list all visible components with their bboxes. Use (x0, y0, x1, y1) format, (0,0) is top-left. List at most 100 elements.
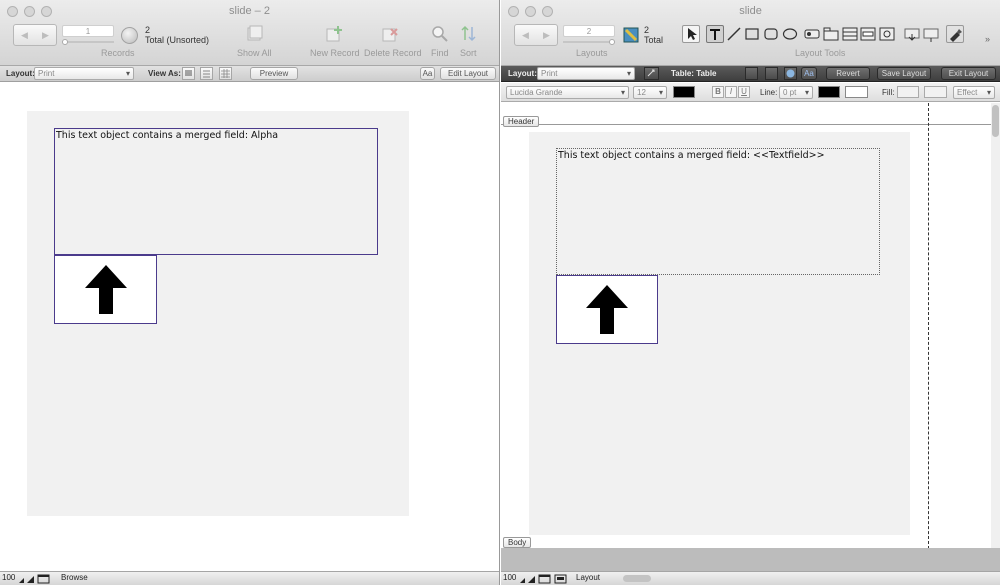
line-label: Line: (760, 88, 778, 97)
font-size-select[interactable]: 12 (633, 86, 667, 99)
field-tool-icon[interactable] (859, 25, 877, 43)
format-painter-icon[interactable] (946, 25, 964, 43)
insert-part-icon[interactable] (922, 25, 940, 43)
oval-tool-icon[interactable] (781, 25, 799, 43)
next-record-icon[interactable]: ▶ (42, 30, 49, 41)
zoom-level[interactable]: 100 (503, 573, 516, 582)
record-slider[interactable] (62, 39, 114, 45)
layout-select[interactable]: Print (537, 67, 635, 80)
current-layout-field[interactable]: 2 (563, 25, 615, 37)
zoom-controls-icon[interactable] (18, 574, 52, 585)
underline-button[interactable]: U (738, 86, 750, 98)
edit-layout-button[interactable]: Edit Layout (440, 67, 496, 80)
status-bar: 100 Layout (501, 571, 1000, 585)
line-width-select[interactable]: 0 pt (779, 86, 813, 99)
list-view-button[interactable] (200, 67, 213, 80)
table-view-button[interactable] (219, 67, 232, 80)
previous-layout-icon[interactable]: ◀ (522, 30, 529, 41)
show-all-button[interactable]: Show All (237, 48, 272, 58)
header-part-boundary[interactable] (501, 124, 992, 125)
button-tool-icon[interactable] (803, 25, 821, 43)
field-picker-icon[interactable] (745, 67, 758, 80)
merged-text-object[interactable]: This text object contains a merged field… (54, 128, 378, 255)
container-field[interactable] (54, 255, 157, 324)
tab-control-tool-icon[interactable] (822, 25, 840, 43)
current-record-field[interactable]: 1 (62, 25, 114, 37)
font-select[interactable]: Lucida Grande (506, 86, 629, 99)
delete-record-button[interactable]: Delete Record (364, 48, 422, 58)
form-view-button[interactable] (182, 67, 195, 80)
mode-label[interactable]: Browse (61, 573, 88, 582)
new-record-button[interactable]: New Record (310, 48, 360, 58)
previous-record-icon[interactable]: ◀ (21, 30, 28, 41)
container-field[interactable] (556, 275, 658, 344)
toolbar-overflow-icon[interactable]: » (985, 34, 990, 44)
page-boundary (928, 103, 929, 549)
inspector-icon[interactable] (784, 67, 797, 80)
exit-layout-button[interactable]: Exit Layout (941, 67, 996, 80)
next-layout-icon[interactable]: ▶ (543, 30, 550, 41)
zoom-controls-icon[interactable] (519, 574, 569, 585)
body-part-label[interactable]: Body (503, 537, 532, 548)
line-color-swatch[interactable] (818, 86, 840, 98)
layout-total-label: Total (644, 35, 664, 45)
record-pie-icon (121, 27, 138, 44)
delete-record-icon[interactable] (381, 25, 399, 43)
horizontal-scroll-thumb[interactable] (623, 575, 651, 582)
slider-knob[interactable] (609, 39, 615, 45)
layout-slider[interactable] (563, 39, 615, 45)
preview-button[interactable]: Preview (250, 67, 298, 80)
revert-button[interactable]: Revert (826, 67, 870, 80)
save-layout-button[interactable]: Save Layout (877, 67, 931, 80)
merged-text-object[interactable]: This text object contains a merged field… (556, 148, 880, 275)
layout-select[interactable]: Print (34, 67, 134, 80)
status-bar: 100 Browse (0, 571, 499, 585)
layout-bar: Layout: Print Table: Table Aa Revert Sav… (501, 66, 1000, 82)
mode-label[interactable]: Layout (576, 573, 600, 582)
layout-notebook-icon (622, 26, 640, 44)
effect-select[interactable]: Effect (953, 86, 995, 99)
records-label: Records (101, 48, 135, 58)
new-record-icon[interactable] (325, 25, 343, 43)
pointer-tool-icon[interactable] (682, 25, 700, 43)
bold-button[interactable]: B (712, 86, 724, 98)
layout-label: Layout: (6, 69, 35, 78)
rectangle-tool-icon[interactable] (743, 25, 761, 43)
web-viewer-tool-icon[interactable] (878, 25, 896, 43)
record-book-stepper[interactable]: ◀ ▶ (13, 24, 57, 46)
text-size-button[interactable]: Aa (420, 67, 435, 80)
rounded-rectangle-tool-icon[interactable] (762, 25, 780, 43)
line-tool-icon[interactable] (725, 25, 743, 43)
line-fill-swatch[interactable] (845, 86, 868, 98)
layout-book-stepper[interactable]: ◀ ▶ (514, 24, 558, 46)
up-arrow-icon (85, 265, 127, 314)
header-part-label[interactable]: Header (503, 116, 540, 127)
title-bar: slide ◀ ▶ 2 Layouts 2 Total Layout Tools… (501, 0, 1000, 66)
zoom-level[interactable]: 100 (2, 573, 15, 582)
fill-color-swatch[interactable] (897, 86, 919, 98)
text-color-swatch[interactable] (673, 86, 695, 98)
find-icon[interactable] (431, 25, 449, 43)
table-label: Table: Table (671, 69, 717, 78)
insert-field-icon[interactable] (903, 25, 921, 43)
sort-icon[interactable] (460, 25, 478, 43)
nonprinting-area (501, 548, 1000, 571)
sample-data-button[interactable]: Aa (801, 67, 817, 80)
scrollbar-thumb[interactable] (992, 105, 999, 137)
italic-button[interactable]: I (725, 86, 737, 98)
sort-button[interactable]: Sort (460, 48, 477, 58)
record-total-count: 2 (145, 25, 151, 35)
slider-knob[interactable] (62, 39, 68, 45)
portal-tool-icon[interactable] (841, 25, 859, 43)
find-button[interactable]: Find (431, 48, 449, 58)
fill-pattern-swatch[interactable] (924, 86, 947, 98)
window-title: slide – 2 (229, 5, 270, 17)
view-as-label: View As: (148, 69, 181, 78)
manage-layouts-icon[interactable] (644, 67, 659, 80)
list-icon[interactable] (765, 67, 778, 80)
show-all-icon[interactable] (245, 25, 263, 43)
browse-content-area: This text object contains a merged field… (0, 83, 499, 571)
vertical-scrollbar[interactable] (991, 103, 1000, 548)
window-title: slide (739, 5, 762, 17)
text-tool-icon[interactable] (706, 25, 724, 43)
